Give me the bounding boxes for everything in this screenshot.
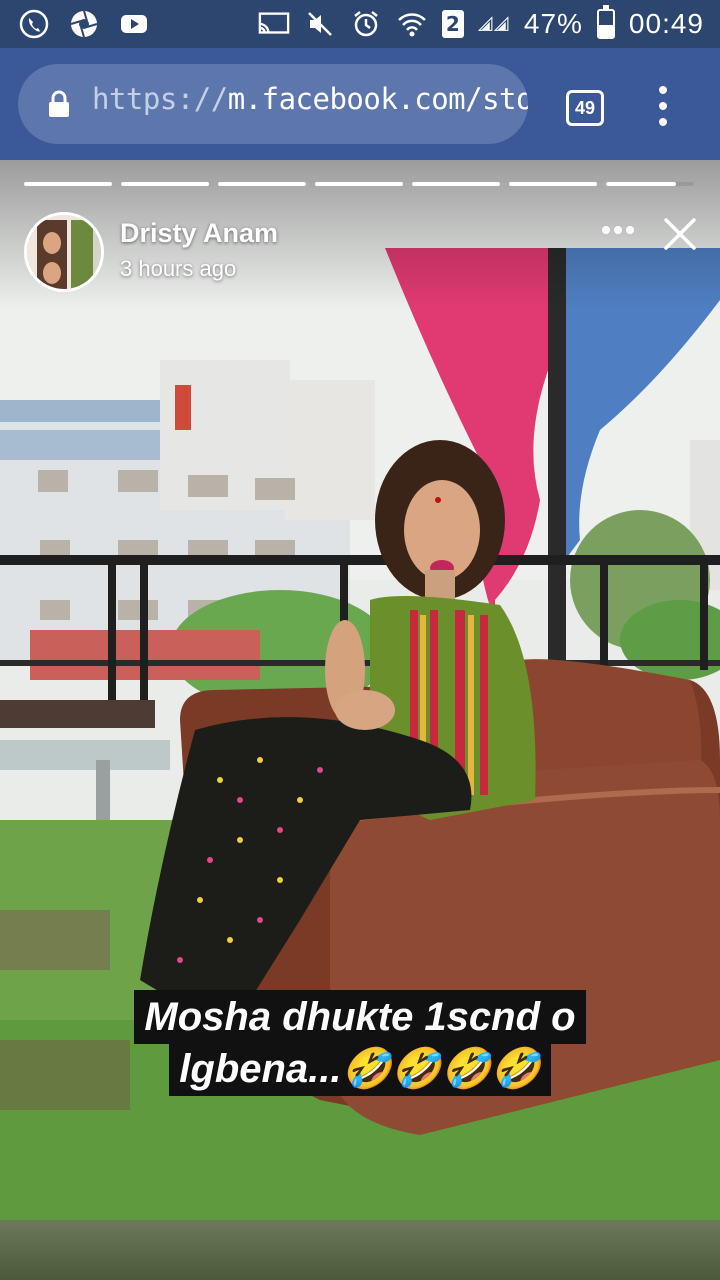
story-progress-segment (412, 182, 500, 186)
status-bar: 2 47% 00:49 (0, 0, 720, 48)
battery-percent: 47% (523, 8, 583, 39)
caption-text-1: Mosha dhukte 1scnd o (134, 990, 586, 1044)
youtube-icon (118, 8, 150, 40)
url-host: m.facebook.com/storie (227, 82, 528, 116)
phone-icon (18, 8, 50, 40)
browser-toolbar: https://m.facebook.com/storie 49 (0, 48, 720, 160)
mute-icon (304, 8, 336, 40)
tab-switcher-button[interactable]: 49 (566, 90, 604, 126)
close-icon[interactable] (662, 216, 698, 252)
alarm-icon (350, 8, 382, 40)
story-view[interactable]: Dristy Anam 3 hours ago Mosha dhukte 1sc… (0, 160, 720, 1220)
cast-icon (258, 8, 290, 40)
url-field[interactable]: https://m.facebook.com/storie (18, 64, 528, 144)
caption-line-2: lgbena...🤣🤣🤣🤣 (0, 1042, 720, 1096)
story-progress-segment (509, 182, 597, 186)
caption-text-2: lgbena...🤣🤣🤣🤣 (169, 1042, 551, 1096)
url-scheme: https:// (92, 82, 228, 116)
caption-line-1: Mosha dhukte 1scnd o (0, 990, 720, 1044)
more-dots-icon[interactable] (602, 226, 634, 234)
camera-shutter-icon (68, 8, 100, 40)
story-progress-segment (315, 182, 403, 186)
signal-icon (477, 8, 510, 40)
story-author-name[interactable]: Dristy Anam (120, 218, 278, 249)
kebab-menu-icon[interactable] (648, 84, 678, 128)
wifi-icon (396, 8, 428, 40)
story-timestamp: 3 hours ago (120, 256, 237, 281)
clock: 00:49 (628, 8, 704, 39)
sim-icon: 2 (441, 10, 464, 38)
story-progress-bar (24, 182, 694, 186)
url-text: https://m.facebook.com/storie (92, 82, 528, 116)
story-progress-segment (218, 182, 306, 186)
bottom-strip (0, 1220, 720, 1280)
lock-icon (48, 90, 70, 118)
story-progress-segment (24, 182, 112, 186)
story-progress-segment (121, 182, 209, 186)
battery-icon (596, 5, 615, 39)
story-progress-segment (606, 182, 694, 186)
avatar[interactable] (24, 212, 104, 292)
